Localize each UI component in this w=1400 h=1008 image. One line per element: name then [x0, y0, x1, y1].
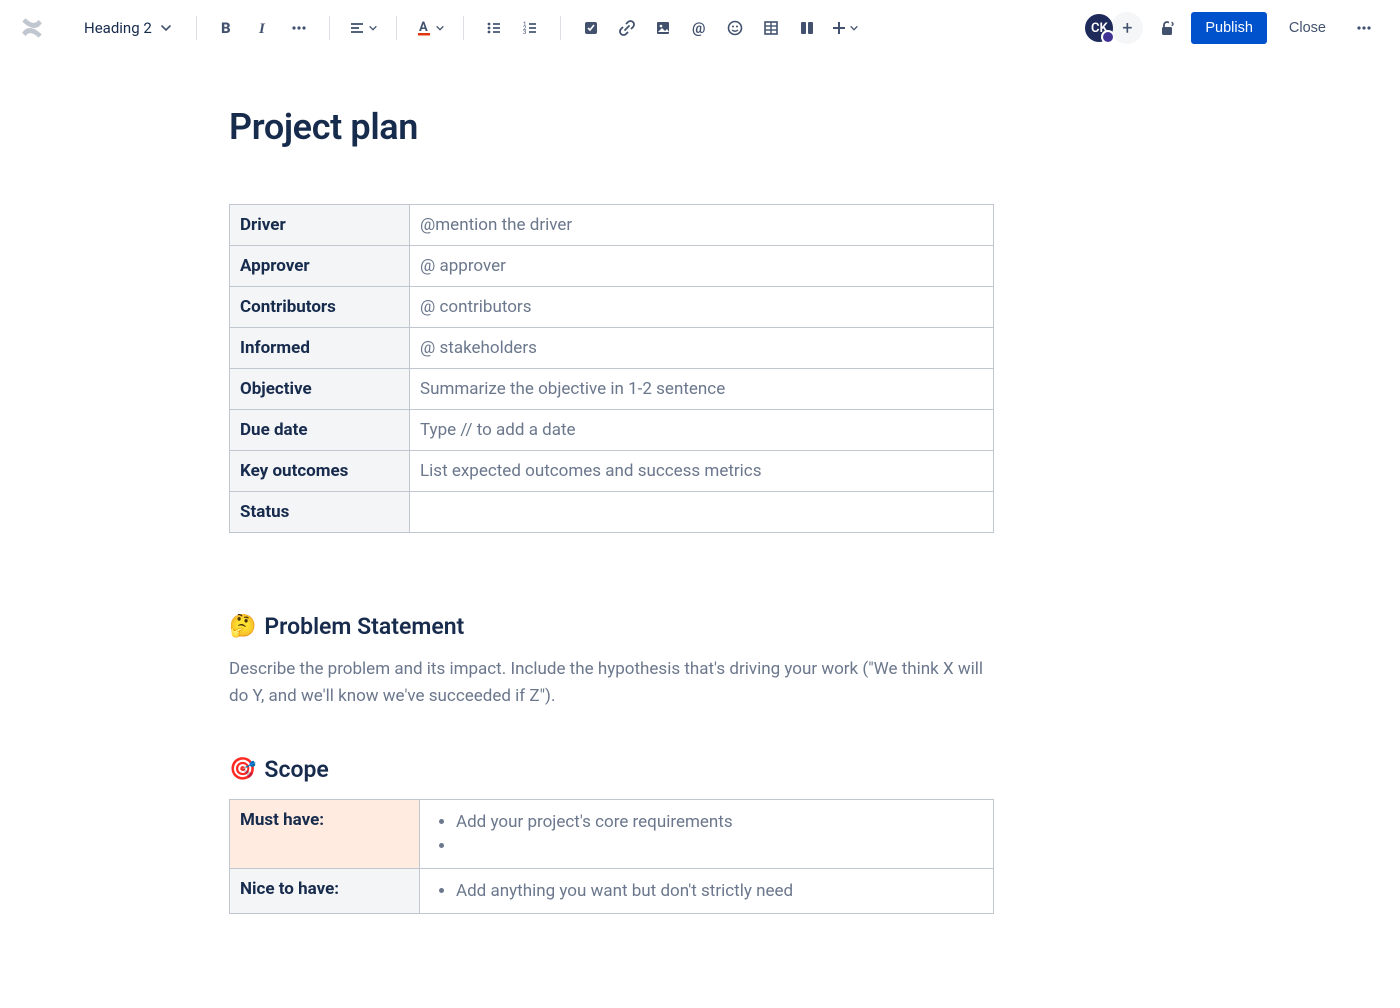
row-label[interactable]: Due date: [230, 410, 410, 451]
list-item[interactable]: [456, 834, 983, 858]
row-value[interactable]: @ contributors: [410, 287, 994, 328]
insert-more-button[interactable]: [827, 12, 863, 44]
problem-statement-body[interactable]: Describe the problem and its impact. Inc…: [229, 656, 994, 710]
row-value[interactable]: Summarize the objective in 1-2 sentence: [410, 369, 994, 410]
separator: [560, 16, 561, 40]
chevron-down-icon: [435, 23, 445, 33]
row-label[interactable]: Status: [230, 492, 410, 533]
table-button[interactable]: [755, 12, 787, 44]
invite-button[interactable]: +: [1111, 12, 1143, 44]
chevron-down-icon: [368, 23, 378, 33]
row-value[interactable]: Type // to add a date: [410, 410, 994, 451]
close-label: Close: [1289, 20, 1326, 36]
table-row: Due dateType // to add a date: [230, 410, 994, 451]
alignment-button[interactable]: [344, 12, 382, 44]
target-emoji-icon: 🎯: [229, 757, 256, 782]
list-item[interactable]: Add your project's core requirements: [456, 810, 983, 834]
confluence-logo[interactable]: [12, 8, 52, 48]
bullet-list-button[interactable]: [478, 12, 510, 44]
page-title[interactable]: Project plan: [229, 106, 994, 148]
svg-text:I: I: [258, 21, 266, 37]
mention-button[interactable]: @: [683, 12, 715, 44]
chevron-down-icon: [160, 22, 172, 34]
document-body[interactable]: Project plan Driver@mention the driver A…: [229, 106, 994, 914]
row-label[interactable]: Informed: [230, 328, 410, 369]
publish-button[interactable]: Publish: [1191, 12, 1267, 44]
table-row: ObjectiveSummarize the objective in 1-2 …: [230, 369, 994, 410]
row-label[interactable]: Key outcomes: [230, 451, 410, 492]
svg-text:3: 3: [523, 29, 526, 36]
separator: [396, 16, 397, 40]
numbered-list-button[interactable]: 1 2 3: [514, 12, 546, 44]
toolbar-left: Heading 2 B I: [12, 8, 863, 48]
heading-text: Scope: [264, 756, 328, 783]
svg-text:@: @: [692, 19, 705, 37]
row-label[interactable]: Contributors: [230, 287, 410, 328]
close-button[interactable]: Close: [1275, 12, 1340, 44]
collaborators[interactable]: CK +: [1083, 12, 1143, 44]
table-row: Status: [230, 492, 994, 533]
row-value[interactable]: Add anything you want but don't strictly…: [420, 869, 994, 914]
text-style-label: Heading 2: [84, 19, 152, 37]
table-row: Contributors@ contributors: [230, 287, 994, 328]
separator: [329, 16, 330, 40]
table-row: Informed@ stakeholders: [230, 328, 994, 369]
row-label[interactable]: Must have:: [230, 800, 420, 869]
scope-heading[interactable]: 🎯 Scope: [229, 756, 994, 783]
row-label[interactable]: Driver: [230, 205, 410, 246]
table-row: Nice to have: Add anything you want but …: [230, 869, 994, 914]
text-color-button[interactable]: A: [411, 12, 449, 44]
row-value[interactable]: @ approver: [410, 246, 994, 287]
separator: [463, 16, 464, 40]
row-label[interactable]: Nice to have:: [230, 869, 420, 914]
row-value[interactable]: @mention the driver: [410, 205, 994, 246]
list-item[interactable]: Add anything you want but don't strictly…: [456, 879, 983, 903]
row-value[interactable]: [410, 492, 994, 533]
link-button[interactable]: [611, 12, 643, 44]
action-item-button[interactable]: [575, 12, 607, 44]
row-label[interactable]: Objective: [230, 369, 410, 410]
row-value[interactable]: Add your project's core requirements: [420, 800, 994, 869]
toolbar-right: CK + Publish Close: [1083, 12, 1380, 44]
table-row: Must have: Add your project's core requi…: [230, 800, 994, 869]
thinking-emoji-icon: 🤔: [229, 614, 256, 639]
layouts-button[interactable]: [791, 12, 823, 44]
svg-text:A: A: [419, 20, 428, 35]
separator: [196, 16, 197, 40]
problem-statement-heading[interactable]: 🤔 Problem Statement: [229, 613, 994, 640]
restrictions-button[interactable]: [1151, 12, 1183, 44]
row-label[interactable]: Approver: [230, 246, 410, 287]
emoji-button[interactable]: [719, 12, 751, 44]
row-value[interactable]: List expected outcomes and success metri…: [410, 451, 994, 492]
image-button[interactable]: [647, 12, 679, 44]
bold-button[interactable]: B: [211, 12, 243, 44]
italic-button[interactable]: I: [247, 12, 279, 44]
editor-toolbar: Heading 2 B I: [0, 0, 1400, 56]
publish-label: Publish: [1205, 20, 1253, 36]
text-style-select[interactable]: Heading 2: [74, 13, 182, 43]
table-row: Driver@mention the driver: [230, 205, 994, 246]
heading-text: Problem Statement: [264, 613, 464, 640]
row-value[interactable]: @ stakeholders: [410, 328, 994, 369]
table-row: Key outcomesList expected outcomes and s…: [230, 451, 994, 492]
more-actions-button[interactable]: [1348, 12, 1380, 44]
svg-text:B: B: [221, 19, 231, 37]
chevron-down-icon: [849, 23, 859, 33]
more-formatting-button[interactable]: [283, 12, 315, 44]
metadata-table[interactable]: Driver@mention the driver Approver@ appr…: [229, 204, 994, 533]
scope-table[interactable]: Must have: Add your project's core requi…: [229, 799, 994, 914]
table-row: Approver@ approver: [230, 246, 994, 287]
